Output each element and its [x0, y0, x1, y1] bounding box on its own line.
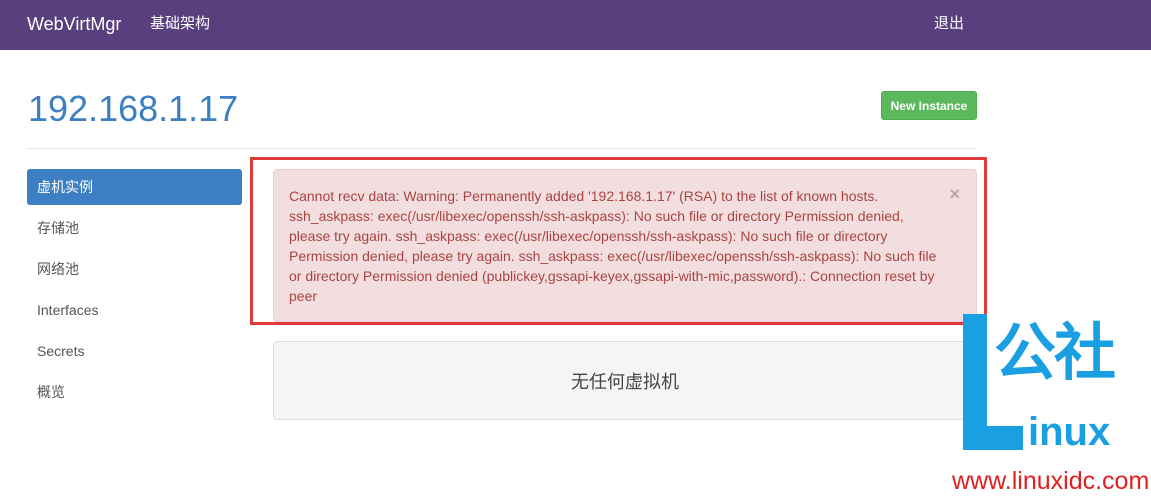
sidebar-item-storage[interactable]: 存储池 [27, 210, 242, 246]
empty-message: 无任何虚拟机 [571, 371, 679, 392]
watermark-inux-text: inux [1028, 410, 1111, 454]
page-title: 192.168.1.17 [28, 88, 239, 129]
divider [27, 148, 977, 149]
top-navbar: WebVirtMgr 基础架构 退出 [0, 0, 1151, 50]
sidebar: 虚机实例 存储池 网络池 Interfaces Secrets 概览 [27, 169, 242, 415]
sidebar-item-instances[interactable]: 虚机实例 [27, 169, 242, 205]
sidebar-item-overview[interactable]: 概览 [27, 374, 242, 410]
sidebar-item-networks[interactable]: 网络池 [27, 251, 242, 287]
nav-infrastructure[interactable]: 基础架构 [150, 15, 210, 33]
annotation-highlight-box [250, 157, 987, 325]
brand-link[interactable]: WebVirtMgr [27, 14, 121, 34]
new-instance-button[interactable]: New Instance [881, 91, 977, 120]
watermark-l-horizontal [963, 426, 1023, 450]
watermark-url: www.linuxidc.com [952, 467, 1150, 495]
watermark-big-text: 公社 [994, 319, 1116, 388]
logout-link[interactable]: 退出 [934, 15, 964, 33]
sidebar-item-interfaces[interactable]: Interfaces [27, 292, 242, 328]
empty-instances-panel: 无任何虚拟机 [273, 341, 977, 420]
sidebar-item-secrets[interactable]: Secrets [27, 333, 242, 369]
